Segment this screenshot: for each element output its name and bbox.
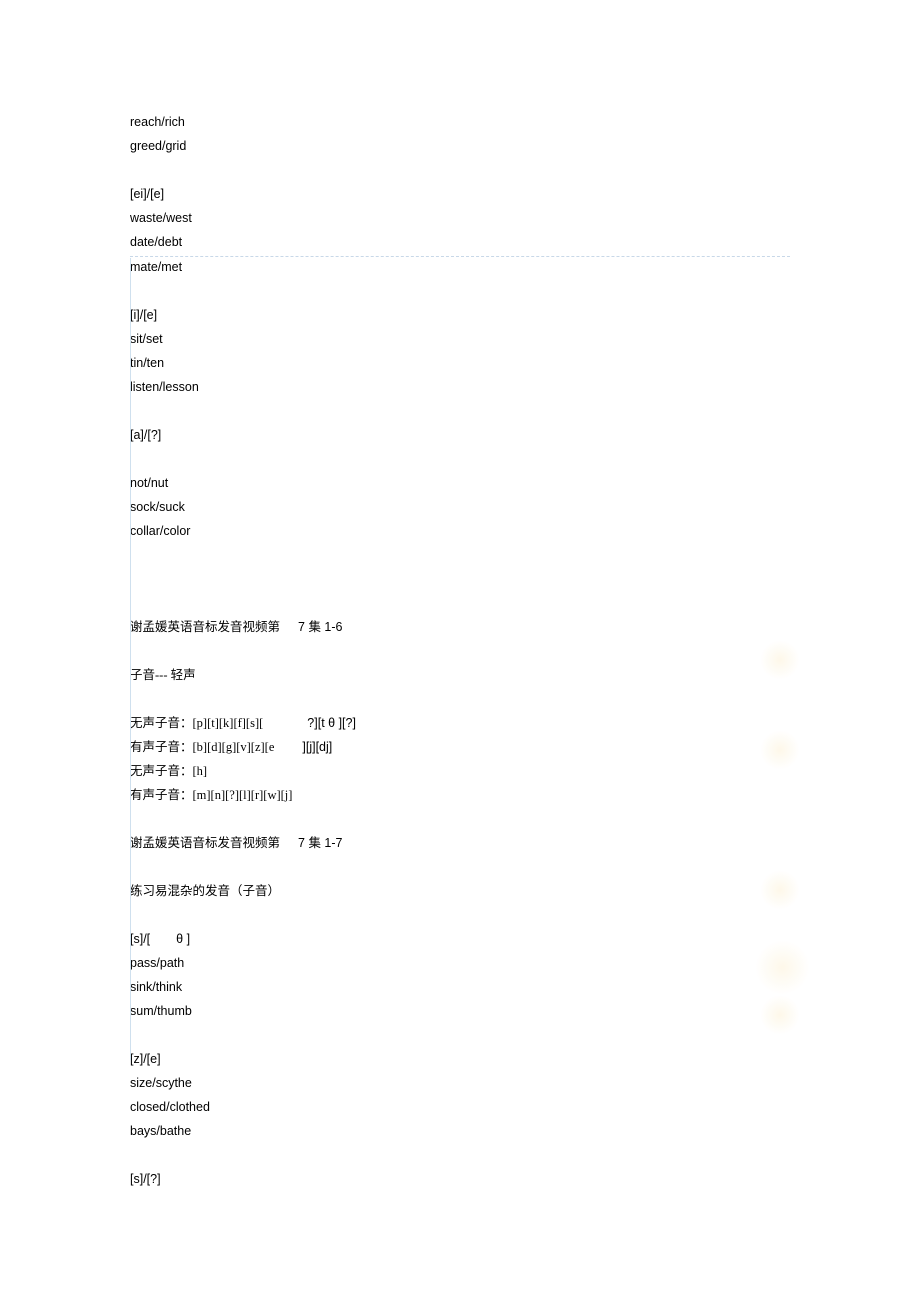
text-line: [ei]/[e] [130,182,790,206]
text-line: greed/grid [130,134,790,158]
text-line: 有声子音：[b][d][g][v][z][e ][j][dj] [130,735,790,759]
text-line: [s]/[ θ ] [130,927,790,951]
text-line: tin/ten [130,351,790,375]
blank-line [130,639,790,663]
text-span: [s]/[ [130,932,150,946]
text-line: sink/think [130,975,790,999]
blank-line [130,543,790,567]
margin-rule-left [130,258,131,1060]
text-span: 7 集 1-7 [298,836,342,850]
text-line: [i]/[e] [130,303,790,327]
text-line: 子音--- 轻声 [130,663,790,687]
blank-line [130,447,790,471]
text-line: [z]/[e] [130,1047,790,1071]
text-line: date/debt [130,230,790,254]
text-line: mate/met [130,255,790,279]
text-line: pass/path [130,951,790,975]
text-line: 练习易混杂的发音（子音） [130,879,790,903]
text-line: closed/clothed [130,1095,790,1119]
text-line: reach/rich [130,110,790,134]
blank-line [130,399,790,423]
text-span: 7 集 1-6 [298,620,342,634]
text-line: sock/suck [130,495,790,519]
text-line: 谢孟媛英语音标发音视频第 7 集 1-6 [130,615,790,639]
text-line: waste/west [130,206,790,230]
text-line: 有声子音：[m][n][?][l][r][w][j] [130,783,790,807]
text-span: θ ] [176,932,190,946]
text-line: not/nut [130,471,790,495]
text-line: 无声子音：[p][t][k][f][s][ ?][t θ ][?] [130,711,790,735]
blank-line [130,279,790,303]
blank-line [130,903,790,927]
blank-line [130,591,790,615]
blank-line [130,158,790,182]
blank-line [130,1023,790,1047]
blank-line [130,567,790,591]
text-line: sit/set [130,327,790,351]
text-line: listen/lesson [130,375,790,399]
blank-line [130,687,790,711]
text-span: 无声子音：[p][t][k][f][s][ [130,716,263,730]
text-line: bays/bathe [130,1119,790,1143]
text-line: [a]/[?] [130,423,790,447]
text-line: 谢孟媛英语音标发音视频第 7 集 1-7 [130,831,790,855]
text-span: ][j][dj] [302,740,332,754]
document-page: reach/rich greed/grid [ei]/[e] waste/wes… [0,0,920,1303]
text-span: 有声子音：[b][d][g][v][z][e [130,740,274,754]
blank-line [130,1143,790,1167]
text-line: [s]/[?] [130,1167,790,1191]
text-line: 无声子音：[h] [130,759,790,783]
text-span: 谢孟媛英语音标发音视频第 [130,836,280,850]
blank-line [130,855,790,879]
text-span: 谢孟媛英语音标发音视频第 [130,620,280,634]
text-span: ?][t θ ][?] [307,716,356,730]
text-line: size/scythe [130,1071,790,1095]
text-line: sum/thumb [130,999,790,1023]
text-line: collar/color [130,519,790,543]
blank-line [130,807,790,831]
